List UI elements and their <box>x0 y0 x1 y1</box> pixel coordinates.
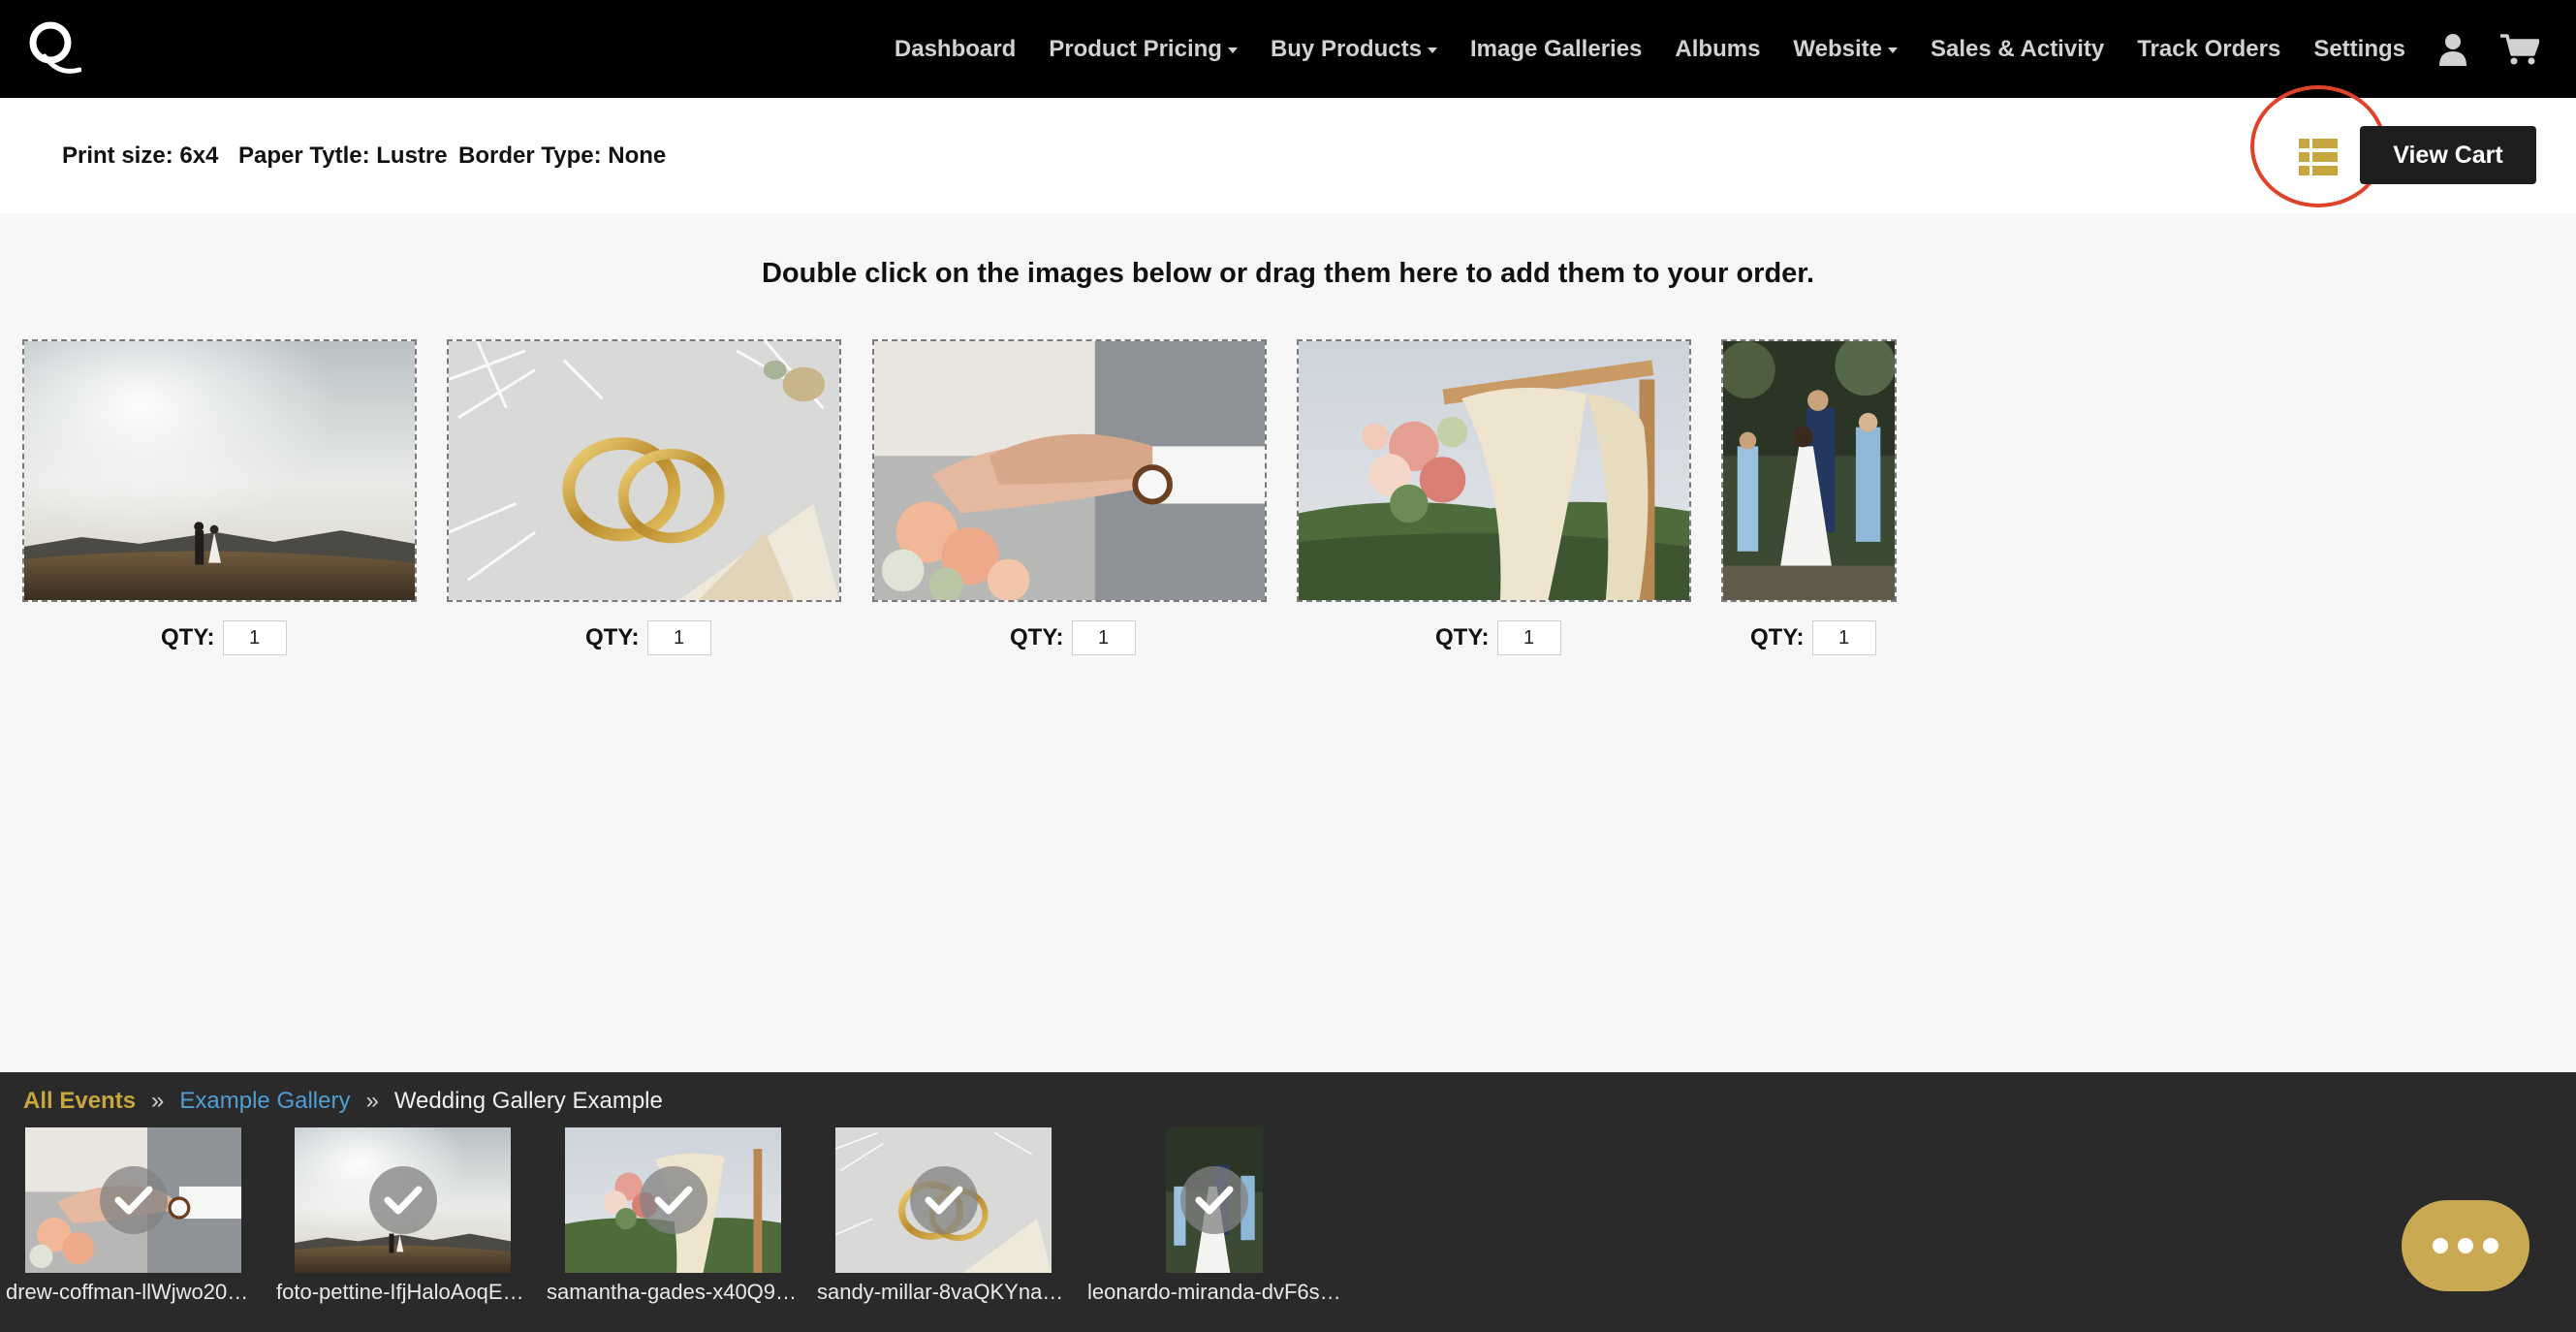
caret-down-icon <box>1427 47 1437 53</box>
cart-icon[interactable] <box>2500 33 2539 66</box>
qty-row: QTY: <box>161 620 287 655</box>
main-nav: Dashboard Product Pricing Buy Products I… <box>862 0 2576 98</box>
thumb-filename: drew-coffman-llWjwo20… <box>6 1280 249 1304</box>
checkmark-icon <box>909 1166 978 1234</box>
user-icon[interactable] <box>2438 33 2467 66</box>
breadcrumb-separator: » <box>365 1088 379 1114</box>
qty-label: QTY: <box>1435 624 1490 650</box>
qty-label: QTY: <box>1010 624 1064 650</box>
qty-label: QTY: <box>585 624 640 650</box>
breadcrumb-all-events[interactable]: All Events <box>23 1088 136 1115</box>
nav-settings[interactable]: Settings <box>2313 36 2405 63</box>
qty-input[interactable] <box>1071 620 1136 655</box>
qty-input[interactable] <box>646 620 711 655</box>
nav-sales-activity[interactable]: Sales & Activity <box>1931 36 2104 63</box>
thumb-filename: sandy-millar-8vaQKYna… <box>817 1280 1064 1304</box>
gallery-thumb[interactable] <box>835 1127 1052 1273</box>
breadcrumb: All Events » Example Gallery » Wedding G… <box>23 1088 663 1115</box>
order-image-couple-kiss[interactable] <box>1721 339 1897 602</box>
chat-button[interactable] <box>2402 1200 2529 1291</box>
thumb-filename: leonardo-miranda-dvF6s… <box>1087 1280 1341 1304</box>
order-image-hands-bouquet[interactable] <box>872 339 1267 602</box>
thumb-filename: foto-pettine-IfjHaloAoqE… <box>276 1280 524 1304</box>
drop-instruction: Double click on the images below or drag… <box>761 258 1815 289</box>
gallery-thumb[interactable] <box>295 1127 511 1273</box>
qty-row: QTY: <box>1750 620 1876 655</box>
list-view-icon[interactable] <box>2299 139 2338 175</box>
nav-image-galleries[interactable]: Image Galleries <box>1470 36 1642 63</box>
checkmark-icon <box>639 1166 707 1234</box>
qty-row: QTY: <box>1435 620 1561 655</box>
gallery-thumb[interactable] <box>25 1127 241 1273</box>
q-logo-icon[interactable] <box>25 17 81 78</box>
top-navbar: Dashboard Product Pricing Buy Products I… <box>0 0 2576 98</box>
nav-buy-products[interactable]: Buy Products <box>1271 36 1437 63</box>
gallery-thumb[interactable] <box>1166 1127 1263 1273</box>
checkmark-icon <box>99 1166 168 1234</box>
caret-down-icon <box>1888 47 1899 53</box>
qty-input[interactable] <box>222 620 287 655</box>
nav-track-orders[interactable]: Track Orders <box>2137 36 2280 63</box>
gallery-thumb[interactable] <box>565 1127 781 1273</box>
checkmark-icon <box>368 1166 437 1234</box>
qty-input[interactable] <box>1496 620 1561 655</box>
nav-dashboard[interactable]: Dashboard <box>895 36 1016 63</box>
checkmark-icon <box>1180 1166 1248 1234</box>
order-image-couple-landscape[interactable] <box>22 339 417 602</box>
breadcrumb-current: Wedding Gallery Example <box>393 1088 663 1114</box>
caret-down-icon <box>1227 47 1238 53</box>
print-size-label: Print size: 6x4 <box>62 142 219 169</box>
breadcrumb-example-gallery[interactable]: Example Gallery <box>179 1088 350 1115</box>
breadcrumb-separator: » <box>151 1088 165 1114</box>
view-cart-button[interactable]: View Cart <box>2360 126 2536 184</box>
qty-row: QTY: <box>1010 620 1136 655</box>
nav-product-pricing[interactable]: Product Pricing <box>1049 36 1238 63</box>
qty-row: QTY: <box>585 620 711 655</box>
dot-icon <box>2483 1238 2498 1253</box>
qty-label: QTY: <box>1750 624 1805 650</box>
nav-website[interactable]: Website <box>1793 36 1899 63</box>
dot-icon <box>2458 1238 2473 1253</box>
nav-albums[interactable]: Albums <box>1675 36 1760 63</box>
order-image-floral-arch[interactable] <box>1297 339 1691 602</box>
qty-label: QTY: <box>161 624 215 650</box>
dot-icon <box>2433 1238 2448 1253</box>
order-image-wedding-rings[interactable] <box>447 339 841 602</box>
qty-input[interactable] <box>1811 620 1876 655</box>
paper-type-label: Paper Tytle: Lustre <box>238 142 448 169</box>
thumb-filename: samantha-gades-x40Q9j… <box>547 1280 801 1304</box>
border-type-label: Border Type: None <box>458 142 667 169</box>
